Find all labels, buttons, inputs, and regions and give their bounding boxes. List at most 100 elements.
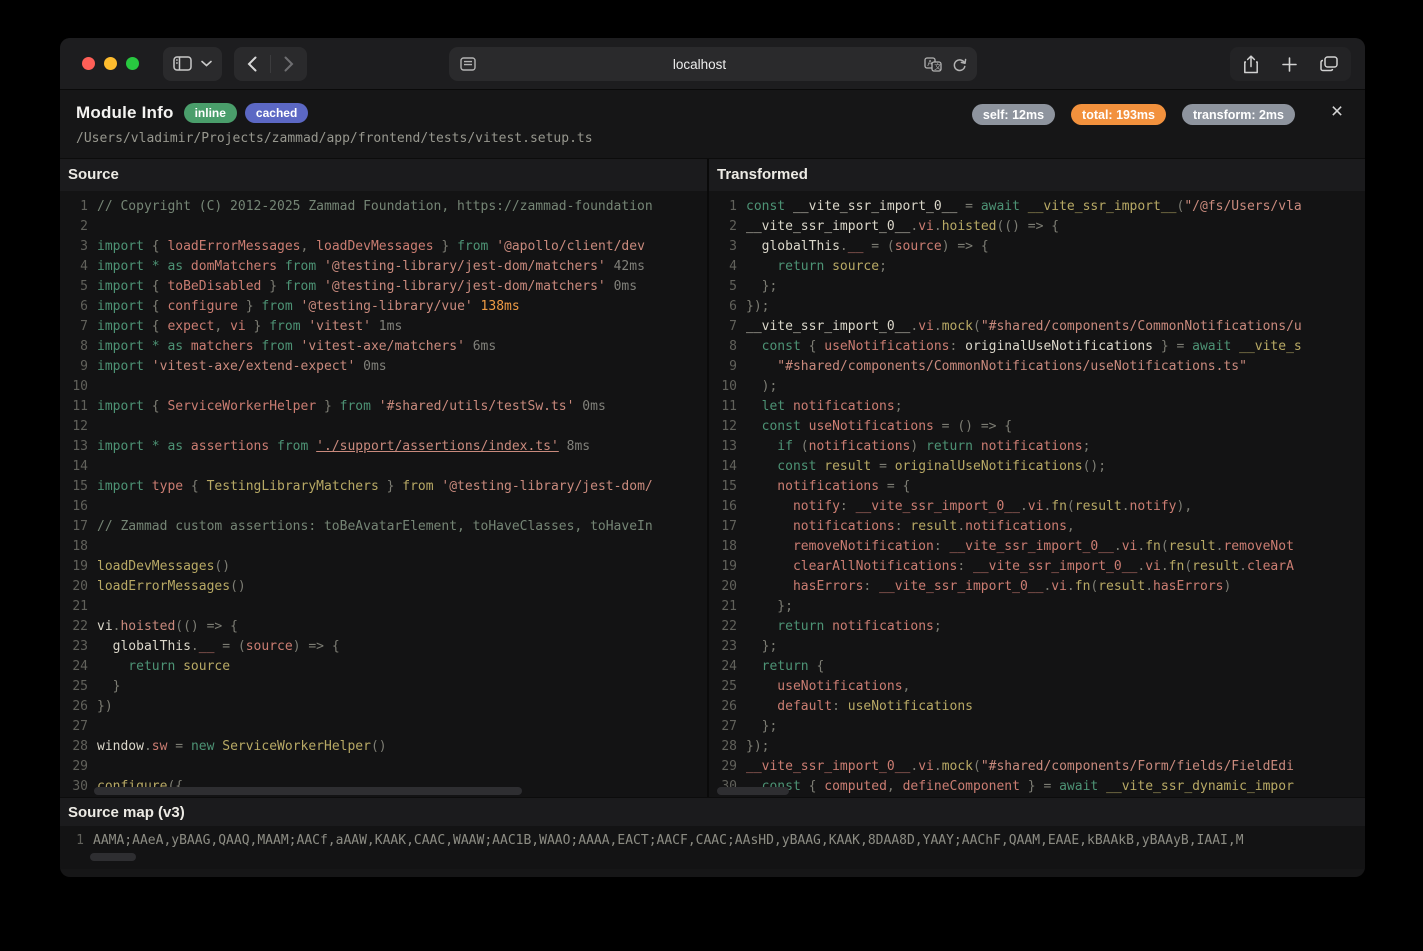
line-number: 8 xyxy=(709,337,737,357)
code-text: loadDevMessages() xyxy=(88,557,707,577)
address-bar[interactable]: localhost A文 xyxy=(449,47,977,81)
code-line: 26}) xyxy=(60,697,707,717)
new-tab-icon[interactable] xyxy=(1282,57,1297,72)
line-number: 1 xyxy=(709,197,737,217)
badge-cached: cached xyxy=(245,103,308,123)
code-text: import { configure } from '@testing-libr… xyxy=(88,297,707,317)
line-number: 11 xyxy=(709,397,737,417)
line-number: 3 xyxy=(60,237,88,257)
code-text: import { ServiceWorkerHelper } from '#sh… xyxy=(88,397,707,417)
code-text: if (notifications) return notifications; xyxy=(737,437,1365,457)
code-line: 9import 'vitest-axe/extend-expect' 0ms xyxy=(60,357,707,377)
code-text: }; xyxy=(737,717,1365,737)
page-format-icon[interactable] xyxy=(460,57,476,71)
close-window-button[interactable] xyxy=(82,57,95,70)
sidebar-icon[interactable] xyxy=(173,56,192,71)
code-text: import 'vitest-axe/extend-expect' 0ms xyxy=(88,357,707,377)
code-text: "#shared/components/CommonNotifications/… xyxy=(737,357,1365,377)
code-line: 17 notifications: result.notifications, xyxy=(709,517,1365,537)
tab-overview-icon[interactable] xyxy=(1320,56,1338,72)
code-text: import type { TestingLibraryMatchers } f… xyxy=(88,477,707,497)
source-horizontal-scrollbar[interactable] xyxy=(94,787,522,795)
code-line: 11import { ServiceWorkerHelper } from '#… xyxy=(60,397,707,417)
line-number: 4 xyxy=(60,257,88,277)
code-text: import { expect, vi } from 'vitest' 1ms xyxy=(88,317,707,337)
code-text: }; xyxy=(737,277,1365,297)
share-icon[interactable] xyxy=(1243,55,1259,74)
line-number: 17 xyxy=(709,517,737,537)
code-line: 15 notifications = { xyxy=(709,477,1365,497)
line-number: 5 xyxy=(60,277,88,297)
line-number: 10 xyxy=(60,377,88,397)
sourcemap-line: 1 AAMA;AAeA,yBAAG,QAAQ,MAAM;AACf,aAAW,KA… xyxy=(60,831,1365,851)
source-link[interactable]: './support/assertions/index.ts' xyxy=(316,439,559,454)
code-text: ); xyxy=(737,377,1365,397)
code-text: __vite_ssr_import_0__.vi.mock("#shared/c… xyxy=(737,757,1365,777)
line-number: 12 xyxy=(709,417,737,437)
line-number: 29 xyxy=(709,757,737,777)
sidebar-chevron-down-icon[interactable] xyxy=(201,60,212,67)
code-line: 15import type { TestingLibraryMatchers }… xyxy=(60,477,707,497)
module-info-header: Module Info inlinecached self: 12mstotal… xyxy=(60,90,1365,158)
code-text: }) xyxy=(88,697,707,717)
line-number: 2 xyxy=(709,217,737,237)
browser-window: localhost A文 Module Info xyxy=(60,38,1365,877)
code-text: __vite_ssr_import_0__.vi.hoisted(() => { xyxy=(737,217,1365,237)
line-number: 12 xyxy=(60,417,88,437)
code-text: import { loadErrorMessages, loadDevMessa… xyxy=(88,237,707,257)
code-text xyxy=(88,417,707,437)
line-number: 30 xyxy=(60,777,88,797)
sourcemap-body: 1 AAMA;AAeA,yBAAG,QAAQ,MAAM;AACf,aAAW,KA… xyxy=(60,826,1365,869)
line-number: 17 xyxy=(60,517,88,537)
sourcemap-horizontal-scrollbar[interactable] xyxy=(90,853,136,861)
line-number: 14 xyxy=(709,457,737,477)
zoom-window-button[interactable] xyxy=(126,57,139,70)
line-number: 28 xyxy=(60,737,88,757)
line-number: 22 xyxy=(709,617,737,637)
line-number: 13 xyxy=(60,437,88,457)
line-number: 18 xyxy=(60,537,88,557)
translate-icon[interactable]: A文 xyxy=(924,57,942,72)
line-number: 10 xyxy=(709,377,737,397)
code-line: 26 default: useNotifications xyxy=(709,697,1365,717)
code-line: 10 xyxy=(60,377,707,397)
code-line: 11 let notifications; xyxy=(709,397,1365,417)
forward-button[interactable] xyxy=(271,47,307,81)
code-text: import { toBeDisabled } from '@testing-l… xyxy=(88,277,707,297)
code-text: import * as matchers from 'vitest-axe/ma… xyxy=(88,337,707,357)
line-number: 19 xyxy=(709,557,737,577)
code-line: 25 useNotifications, xyxy=(709,677,1365,697)
code-line: 4 return source; xyxy=(709,257,1365,277)
transformed-panel-title: Transformed xyxy=(709,159,1365,191)
panel-headers: Source Transformed xyxy=(60,158,1365,191)
line-number: 9 xyxy=(709,357,737,377)
code-line: 8 const { useNotifications: originalUseN… xyxy=(709,337,1365,357)
code-text: import * as assertions from './support/a… xyxy=(88,437,707,457)
code-line: 18 removeNotification: __vite_ssr_import… xyxy=(709,537,1365,557)
code-line: 1// Copyright (C) 2012-2025 Zammad Found… xyxy=(60,197,707,217)
line-number: 4 xyxy=(709,257,737,277)
close-icon[interactable]: × xyxy=(1323,98,1351,126)
line-number: 24 xyxy=(60,657,88,677)
toolbar-right-group xyxy=(1230,47,1351,81)
code-text: window.sw = new ServiceWorkerHelper() xyxy=(88,737,707,757)
code-line: 21 }; xyxy=(709,597,1365,617)
line-number: 27 xyxy=(60,717,88,737)
reload-icon[interactable] xyxy=(952,57,967,72)
line-number: 7 xyxy=(709,317,737,337)
code-line: 3 globalThis.__ = (source) => { xyxy=(709,237,1365,257)
code-text: let notifications; xyxy=(737,397,1365,417)
code-line: 28window.sw = new ServiceWorkerHelper() xyxy=(60,737,707,757)
code-text: const useNotifications = () => { xyxy=(737,417,1365,437)
line-number: 9 xyxy=(60,357,88,377)
minimize-window-button[interactable] xyxy=(104,57,117,70)
line-number: 7 xyxy=(60,317,88,337)
code-text: const result = originalUseNotifications(… xyxy=(737,457,1365,477)
code-text xyxy=(88,217,707,237)
code-text: import * as domMatchers from '@testing-l… xyxy=(88,257,707,277)
line-number: 6 xyxy=(60,297,88,317)
back-button[interactable] xyxy=(234,47,270,81)
code-text: globalThis.__ = (source) => { xyxy=(737,237,1365,257)
transformed-horizontal-scrollbar[interactable] xyxy=(717,787,789,795)
code-text xyxy=(88,457,707,477)
